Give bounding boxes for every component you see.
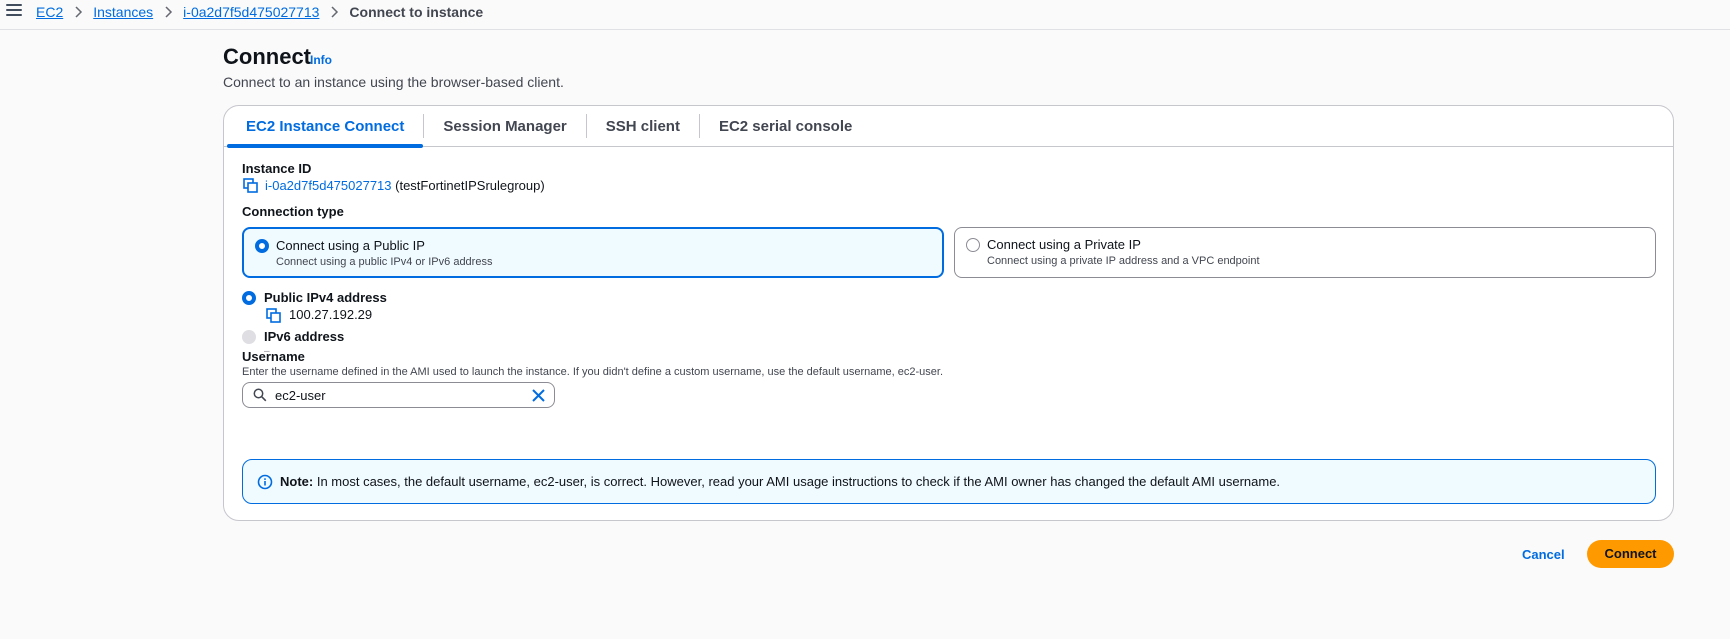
chevron-right-icon (329, 6, 339, 18)
connection-type-label: Connection type (242, 204, 344, 219)
connect-method-tabs: EC2 Instance Connect Session Manager SSH… (224, 106, 1673, 148)
page-title: Connect (223, 44, 311, 69)
private-ip-title: Connect using a Private IP (987, 237, 1141, 252)
public-ipv4-value: 100.27.192.29 (289, 307, 373, 322)
public-ip-radio[interactable] (255, 239, 269, 253)
ipv6-label: IPv6 address (264, 329, 345, 344)
breadcrumb-ec2-link[interactable]: EC2 (36, 4, 63, 20)
breadcrumb: EC2 Instances i-0a2d7f5d475027713 Connec… (36, 4, 483, 20)
connect-panel: EC2 Instance Connect Session Manager SSH… (223, 105, 1674, 521)
breadcrumb-current: Connect to instance (349, 4, 484, 20)
search-icon (253, 388, 267, 402)
alert-body: In most cases, the default username, ec2… (313, 474, 1281, 489)
info-alert: Note: In most cases, the default usernam… (242, 459, 1656, 504)
public-ipv4-label: Public IPv4 address (264, 290, 387, 305)
clear-icon[interactable] (531, 388, 546, 403)
ipv6-radio[interactable] (242, 330, 256, 344)
username-hint: Enter the username defined in the AMI us… (242, 366, 944, 378)
copy-icon[interactable] (243, 178, 259, 194)
private-ip-tile[interactable]: Connect using a Private IP Connect using… (954, 227, 1656, 278)
tab-session-manager[interactable]: Session Manager (424, 106, 585, 147)
instance-id-link[interactable]: i-0a2d7f5d475027713 (265, 178, 392, 193)
public-ip-title: Connect using a Public IP (276, 238, 425, 253)
public-ipv4-radio[interactable] (242, 291, 256, 305)
chevron-right-icon (163, 6, 173, 18)
alert-prefix: Note: (280, 474, 314, 489)
username-label: Username (242, 349, 305, 364)
private-ip-description: Connect using a private IP address and a… (987, 255, 1260, 267)
chevron-right-icon (73, 6, 83, 18)
connect-button[interactable]: Connect (1587, 540, 1674, 568)
cancel-button[interactable]: Cancel (1522, 547, 1565, 562)
info-icon (257, 474, 273, 490)
tab-ssh-client[interactable]: SSH client (587, 106, 699, 147)
public-ip-description: Connect using a public IPv4 or IPv6 addr… (276, 256, 493, 268)
instance-name: (testFortinetIPSrulegroup) (395, 178, 545, 193)
top-navigation-bar: EC2 Instances i-0a2d7f5d475027713 Connec… (0, 0, 1730, 30)
copy-icon[interactable] (266, 308, 282, 324)
instance-id-line: i-0a2d7f5d475027713 (testFortinetIPSrule… (265, 178, 545, 193)
tab-ec2-serial-console[interactable]: EC2 serial console (700, 106, 871, 147)
instance-id-label: Instance ID (242, 161, 312, 176)
username-field[interactable] (242, 382, 555, 408)
alert-message: Note: In most cases, the default usernam… (280, 474, 1280, 489)
public-ip-tile[interactable]: Connect using a Public IP Connect using … (242, 227, 944, 278)
username-input[interactable] (275, 386, 515, 404)
hamburger-menu-icon[interactable] (6, 4, 22, 20)
page-description: Connect to an instance using the browser… (223, 74, 564, 90)
tab-ec2-instance-connect[interactable]: EC2 Instance Connect (227, 106, 424, 148)
private-ip-radio[interactable] (966, 238, 980, 252)
breadcrumb-instances-link[interactable]: Instances (93, 4, 153, 20)
info-link[interactable]: Info (310, 53, 332, 67)
breadcrumb-instance-id-link[interactable]: i-0a2d7f5d475027713 (183, 4, 319, 20)
